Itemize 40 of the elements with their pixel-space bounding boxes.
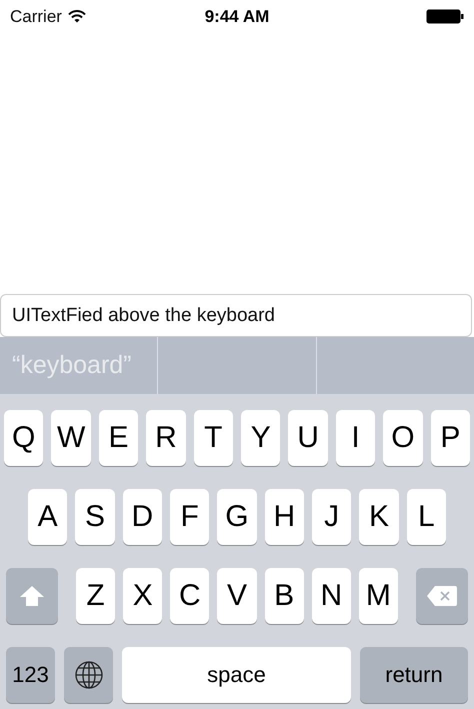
key[interactable]: N — [312, 568, 351, 624]
carrier-label: Carrier — [10, 6, 62, 26]
key[interactable]: M — [358, 568, 398, 624]
globe-icon — [74, 660, 104, 690]
battery-icon — [426, 9, 464, 24]
key[interactable]: A — [28, 489, 68, 545]
key[interactable]: R — [146, 410, 186, 466]
key[interactable]: I — [336, 410, 376, 466]
key[interactable]: Q — [4, 410, 44, 466]
text-field[interactable]: UITextFied above the keyboard — [0, 294, 472, 337]
key[interactable]: K — [359, 489, 399, 545]
key[interactable]: P — [430, 410, 470, 466]
key[interactable]: W — [51, 410, 91, 466]
key[interactable]: G — [217, 489, 257, 545]
space-key[interactable]: space — [122, 647, 351, 703]
numbers-key[interactable]: 123 — [6, 647, 55, 703]
key[interactable]: D — [122, 489, 162, 545]
globe-key[interactable] — [64, 647, 113, 703]
return-key[interactable]: return — [360, 647, 468, 703]
key[interactable]: F — [170, 489, 210, 545]
key[interactable]: U — [288, 410, 328, 466]
shift-icon — [19, 585, 45, 607]
key[interactable]: Z — [76, 568, 116, 624]
key[interactable]: V — [217, 568, 257, 624]
key[interactable]: T — [194, 410, 234, 466]
key[interactable]: L — [406, 489, 446, 545]
key[interactable]: J — [312, 489, 352, 545]
key[interactable]: H — [264, 489, 304, 545]
key[interactable]: S — [75, 489, 115, 545]
shift-key[interactable] — [6, 568, 58, 624]
key[interactable]: E — [98, 410, 138, 466]
key[interactable]: Y — [241, 410, 280, 466]
key[interactable]: C — [170, 568, 210, 624]
key[interactable]: B — [264, 568, 304, 624]
backspace-icon — [426, 585, 458, 607]
key[interactable]: O — [383, 410, 423, 466]
key[interactable]: X — [123, 568, 162, 624]
clock-time: 9:44 AM — [204, 6, 270, 26]
wifi-icon — [68, 10, 86, 23]
delete-key[interactable] — [416, 568, 468, 624]
